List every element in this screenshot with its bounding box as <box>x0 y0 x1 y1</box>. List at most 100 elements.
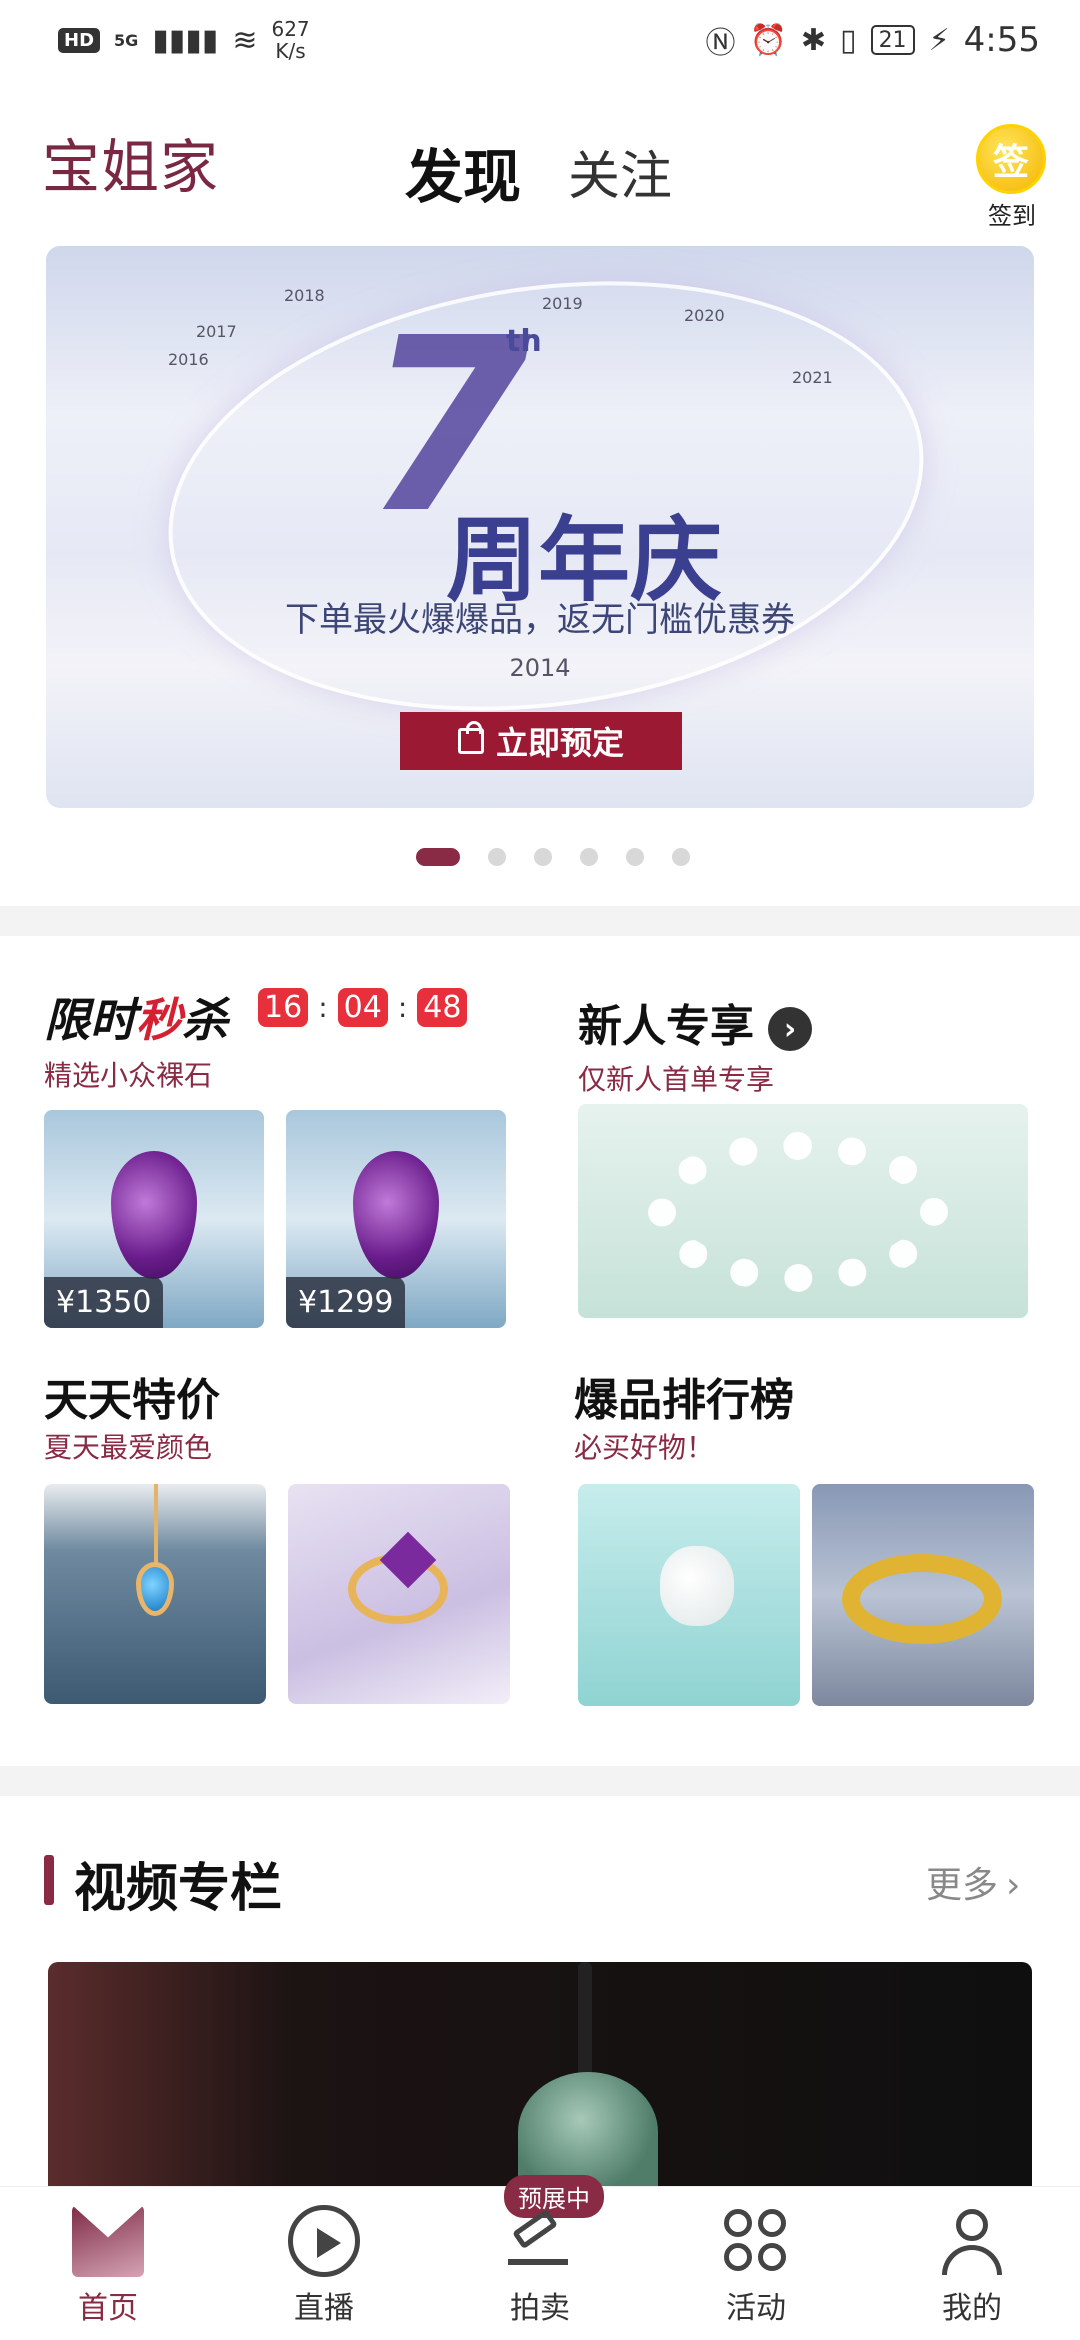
countdown-timer: 16 : 04 : 48 <box>258 988 468 1027</box>
banner-pager <box>0 848 1080 866</box>
bestseller-title[interactable]: 爆品排行榜 <box>574 1364 794 1428</box>
banner-year: 2017 <box>196 322 237 341</box>
nav-auction[interactable]: 预展中 拍卖 <box>432 2175 648 2340</box>
signal-icon: ▮▮▮▮ <box>152 22 219 58</box>
banner-year: 2021 <box>792 368 833 387</box>
section-accent-bar <box>44 1855 54 1905</box>
reserve-now-label: 立即预定 <box>495 724 624 762</box>
necklace-chain <box>154 1484 158 1564</box>
signin-label: 签到 <box>988 202 1036 230</box>
chevron-right-icon: › <box>1006 1865 1021 1906</box>
tab-discover[interactable]: 发现 <box>405 130 522 214</box>
pendant-cord <box>578 1962 592 2082</box>
promo-banner[interactable]: 2016 2017 2018 2019 2020 2021 7 th 周年庆 下… <box>46 246 1034 808</box>
jade-ring-image <box>660 1546 734 1626</box>
topaz-necklace-image <box>136 1562 174 1616</box>
newbie-item[interactable] <box>578 1104 1028 1318</box>
pager-dot[interactable] <box>626 848 644 866</box>
nav-label: 我的 <box>942 2291 1002 2326</box>
flash-sale-item[interactable]: ¥1299 <box>286 1110 506 1328</box>
nav-profile[interactable]: 我的 <box>864 2187 1080 2340</box>
newbie-subtitle: 仅新人首单专享 <box>578 1063 775 1096</box>
live-icon <box>288 2205 360 2277</box>
flash-sale-subtitle: 精选小众裸石 <box>44 1059 213 1092</box>
wifi-icon: ≋ <box>232 22 258 58</box>
status-right: Ⓝ ⏰ ✱ ▯ 21 ⚡ 4:55 <box>706 18 1040 62</box>
pager-dot[interactable] <box>580 848 598 866</box>
countdown-hours: 16 <box>258 988 309 1027</box>
status-left: HD 5G ▮▮▮▮ ≋ 627 K/s <box>58 18 310 62</box>
vibrate-icon: ▯ <box>840 22 857 58</box>
daily-deal-item[interactable] <box>288 1484 510 1704</box>
video-section-title: 视频专栏 <box>74 1859 283 1919</box>
flash-sale-item[interactable]: ¥1350 <box>44 1110 264 1328</box>
newbie-title-label: 新人专享 <box>578 1001 754 1052</box>
countdown-separator: : <box>318 991 328 1024</box>
speed-unit: K/s <box>275 39 306 63</box>
pager-dot[interactable] <box>488 848 506 866</box>
app-logo: 宝姐家 <box>42 133 220 201</box>
nfc-icon: Ⓝ <box>705 26 736 61</box>
tab-discover-label: 发现 <box>405 143 522 211</box>
daily-deal-subtitle: 夏天最爱颜色 <box>44 1431 213 1464</box>
nav-activity[interactable]: 活动 <box>648 2187 864 2340</box>
nav-label: 活动 <box>726 2291 786 2326</box>
shopping-bag-icon <box>457 721 484 754</box>
reserve-now-button[interactable]: 立即预定 <box>400 712 682 770</box>
more-label: 更多 <box>926 1865 999 1906</box>
flash-sale-title[interactable]: 限时秒杀 <box>44 984 228 1050</box>
more-link[interactable]: 更多 › <box>926 1856 1020 1908</box>
section-divider <box>0 1766 1080 1796</box>
network-type: 5G <box>114 30 139 50</box>
clock: 4:55 <box>963 20 1040 60</box>
chevron-right-icon: › <box>768 1007 812 1051</box>
status-bar: HD 5G ▮▮▮▮ ≋ 627 K/s Ⓝ ⏰ ✱ ▯ 21 ⚡ 4:55 <box>0 0 1080 80</box>
nav-label: 直播 <box>294 2291 354 2326</box>
profile-icon <box>936 2205 1008 2277</box>
pager-dot[interactable] <box>672 848 690 866</box>
countdown-minutes: 04 <box>337 988 388 1027</box>
banner-year: 2019 <box>542 294 583 313</box>
daily-deal-title[interactable]: 天天特价 <box>44 1364 220 1428</box>
signin-coin-icon: 签 <box>976 124 1046 194</box>
battery-level: 21 <box>878 27 907 53</box>
app-header: 宝姐家 发现 关注 签 签到 <box>0 100 1080 230</box>
nav-home[interactable]: 首页 <box>0 2187 216 2340</box>
countdown-seconds: 48 <box>417 988 468 1027</box>
tab-follow[interactable]: 关注 <box>568 134 672 209</box>
video-card[interactable] <box>48 1962 1032 2192</box>
flash-sale-title-part: 杀 <box>182 993 228 1047</box>
bestseller-subtitle: 必买好物！ <box>574 1431 715 1464</box>
bestseller-item[interactable] <box>812 1484 1034 1706</box>
pager-dot-active[interactable] <box>416 848 460 866</box>
pager-dot[interactable] <box>534 848 552 866</box>
countdown-separator: : <box>397 991 408 1024</box>
home-icon <box>72 2205 144 2277</box>
gold-bangle-image <box>842 1554 1002 1644</box>
bottom-navigation: 首页 直播 预展中 拍卖 活动 我的 <box>0 2175 1080 2340</box>
flash-sale-title-accent: 秒 <box>136 993 182 1047</box>
banner-superscript: th <box>506 324 542 359</box>
signin-button[interactable]: 签 签到 <box>976 124 1048 231</box>
banner-subtitle: 下单最火爆爆品，返无门槛优惠券 <box>285 600 795 640</box>
section-divider <box>0 906 1080 936</box>
auction-icon <box>504 2205 576 2277</box>
price-tag: ¥1350 <box>44 1277 164 1328</box>
bluetooth-icon: ✱ <box>800 22 827 58</box>
bestseller-item[interactable] <box>578 1484 800 1706</box>
activity-icon <box>720 2205 792 2277</box>
nav-label: 拍卖 <box>510 2291 570 2326</box>
newbie-title[interactable]: 新人专享 › <box>578 990 812 1054</box>
hd-badge: HD <box>58 27 101 53</box>
speed-value: 627 <box>271 17 310 41</box>
jade-pendant-image <box>518 2072 658 2192</box>
price-tag: ¥1299 <box>286 1277 406 1328</box>
amethyst-image <box>353 1150 439 1279</box>
nav-live[interactable]: 直播 <box>216 2187 432 2340</box>
flash-sale-title-part: 限时 <box>44 993 136 1047</box>
banner-year: 2020 <box>684 306 725 325</box>
daily-deal-item[interactable] <box>44 1484 266 1704</box>
banner-year: 2014 <box>509 654 571 682</box>
bracelet-image <box>648 1132 948 1292</box>
banner-year: 2016 <box>168 350 209 369</box>
